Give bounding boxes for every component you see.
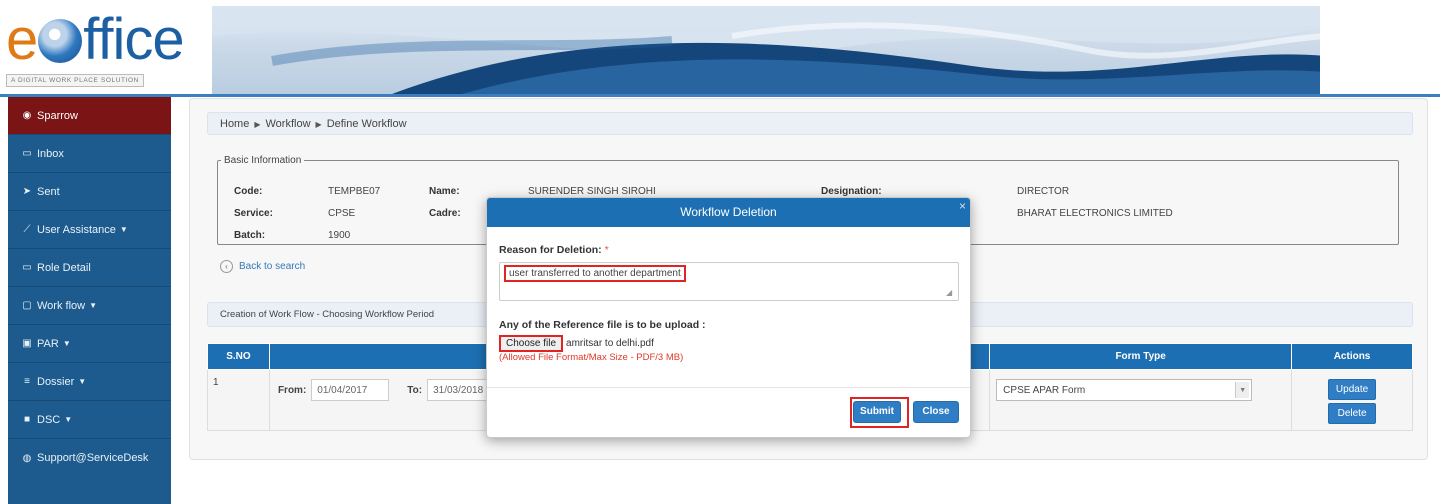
- close-icon[interactable]: ×: [959, 192, 966, 221]
- from-date-input[interactable]: 01/04/2017: [311, 379, 390, 401]
- file-icon: ▢: [22, 300, 32, 311]
- breadcrumb-current: Define Workflow: [326, 118, 407, 130]
- column-form-type: Form Type: [989, 343, 1293, 370]
- send-icon: ➤: [22, 186, 32, 197]
- sidebar-item-label: Work flow: [37, 299, 86, 312]
- column-actions: Actions: [1291, 343, 1413, 370]
- modal-title: Workflow Deletion: [680, 205, 777, 219]
- reason-label: Reason for Deletion: *: [499, 244, 609, 256]
- sidebar-item-work-flow[interactable]: ▢ Work flow ▼: [8, 287, 171, 325]
- batch-label: Batch:: [234, 230, 266, 241]
- support-icon: ◍: [22, 452, 32, 464]
- sidebar-item-label: DSC: [37, 413, 61, 426]
- sidebar-item-dossier[interactable]: ≡ Dossier ▼: [8, 363, 171, 401]
- sidebar-item-label: Dossier: [37, 375, 75, 388]
- back-to-search-label: Back to search: [239, 261, 306, 272]
- column-sno: S.NO: [207, 343, 270, 370]
- batch-value: 1900: [328, 230, 351, 241]
- logo-tagline: A DIGITAL WORK PLACE SOLUTION: [6, 74, 144, 87]
- name-label: Name:: [429, 186, 460, 197]
- designation-label: Designation:: [821, 186, 882, 197]
- sidebar-item-user-assistance[interactable]: ⟋ User Assistance ▼: [8, 211, 171, 249]
- delete-button[interactable]: Delete: [1328, 403, 1377, 424]
- sidebar-item-label: Support@ServiceDesk: [37, 452, 149, 464]
- organisation-value: BHARAT ELECTRONICS LIMITED: [1017, 208, 1173, 219]
- service-value: CPSE: [328, 208, 356, 219]
- sidebar-item-label: Inbox: [37, 147, 64, 160]
- breadcrumb: Home ▶ Workflow ▶ Define Workflow: [207, 112, 1413, 135]
- dashboard-icon: ◉: [22, 110, 32, 121]
- choose-file-button[interactable]: Choose file: [499, 335, 564, 352]
- logo-wordmark: e ffice: [6, 7, 185, 72]
- sidebar: ◉ Sparrow ▭ Inbox ➤ Sent ⟋ User Assistan…: [8, 97, 171, 504]
- name-value: SURENDER SINGH SIROHI: [528, 186, 656, 197]
- sidebar-item-role-detail[interactable]: ▭ Role Detail: [8, 249, 171, 287]
- breadcrumb-home[interactable]: Home: [220, 118, 249, 130]
- upload-label: Any of the Reference file is to be uploa…: [499, 319, 706, 331]
- file-filled-icon: ■: [23, 414, 31, 425]
- back-to-search-link[interactable]: ‹ Back to search: [220, 260, 305, 273]
- dropdown-arrow-icon: ▼: [1235, 382, 1250, 398]
- row-form-type: CPSE APAR Form ▼: [989, 369, 1293, 431]
- caret-down-icon: ▼: [119, 225, 128, 234]
- sidebar-item-label: Role Detail: [37, 261, 91, 274]
- update-button[interactable]: Update: [1328, 379, 1377, 400]
- to-label: To:: [407, 384, 423, 396]
- reason-label-text: Reason for Deletion:: [499, 244, 602, 256]
- file-format-hint: (Allowed File Format/Max Size - PDF/3 MB…: [499, 352, 684, 363]
- globe-icon: [38, 19, 83, 63]
- designation-value: DIRECTOR: [1017, 186, 1070, 197]
- row-sno: 1: [207, 369, 270, 431]
- sidebar-item-sparrow[interactable]: ◉ Sparrow: [8, 97, 171, 135]
- code-value: TEMPBE07: [328, 186, 381, 197]
- line-chart-icon: ⟋: [23, 224, 31, 235]
- sidebar-item-sent[interactable]: ➤ Sent: [8, 173, 171, 211]
- basic-information-legend: Basic Information: [224, 155, 302, 166]
- modal-footer-divider: [487, 387, 970, 388]
- service-label: Service:: [234, 208, 273, 219]
- sidebar-item-support[interactable]: ◍ Support@ServiceDesk: [8, 439, 171, 477]
- required-marker: *: [604, 244, 609, 256]
- code-label: Code:: [234, 186, 263, 197]
- sidebar-item-label: PAR: [37, 337, 59, 350]
- header-divider: [0, 94, 1440, 97]
- sidebar-item-dsc[interactable]: ■ DSC ▼: [8, 401, 171, 439]
- inbox-icon: ▭: [22, 148, 32, 159]
- sidebar-item-label: User Assistance: [37, 223, 116, 236]
- caret-down-icon: ▼: [78, 377, 87, 386]
- caret-down-icon: ▼: [89, 301, 98, 310]
- image-icon: ▣: [22, 338, 32, 349]
- header-banner: [212, 6, 1326, 94]
- workflow-deletion-modal: Workflow Deletion × Reason for Deletion:…: [486, 197, 971, 438]
- row-actions: Update Delete: [1291, 369, 1413, 431]
- caret-down-icon: ▼: [62, 339, 71, 348]
- sidebar-item-par[interactable]: ▣ PAR ▼: [8, 325, 171, 363]
- breadcrumb-separator-icon: ▶: [254, 120, 261, 129]
- breadcrumb-separator-icon: ▶: [315, 120, 322, 129]
- sidebar-item-label: Sent: [37, 185, 60, 198]
- file-upload-row: Choose file amritsar to delhi.pdf: [499, 335, 654, 352]
- submit-button[interactable]: Submit: [853, 401, 901, 423]
- from-label: From:: [277, 384, 307, 396]
- inbox-icon: ▭: [22, 262, 32, 273]
- sidebar-item-inbox[interactable]: ▭ Inbox: [8, 135, 171, 173]
- chevron-left-icon: ‹: [220, 260, 233, 273]
- reason-textarea[interactable]: [499, 262, 959, 301]
- caret-down-icon: ▼: [64, 415, 73, 424]
- banner-swoosh-graphic: [212, 6, 1326, 94]
- close-button[interactable]: Close: [913, 401, 959, 423]
- app-header: e ffice A DIGITAL WORK PLACE SOLUTION: [0, 0, 1440, 97]
- resize-grip-icon[interactable]: ◢: [946, 288, 952, 297]
- cadre-label: Cadre:: [429, 208, 461, 219]
- list-icon: ≡: [24, 376, 30, 387]
- breadcrumb-workflow[interactable]: Workflow: [266, 118, 311, 130]
- form-type-selected: CPSE APAR Form: [1003, 384, 1086, 396]
- eoffice-logo: e ffice A DIGITAL WORK PLACE SOLUTION: [6, 10, 211, 90]
- selected-file-name: amritsar to delhi.pdf: [566, 338, 654, 349]
- sidebar-item-label: Sparrow: [37, 109, 78, 122]
- form-type-select[interactable]: CPSE APAR Form ▼: [996, 379, 1253, 401]
- modal-header: Workflow Deletion ×: [487, 198, 970, 227]
